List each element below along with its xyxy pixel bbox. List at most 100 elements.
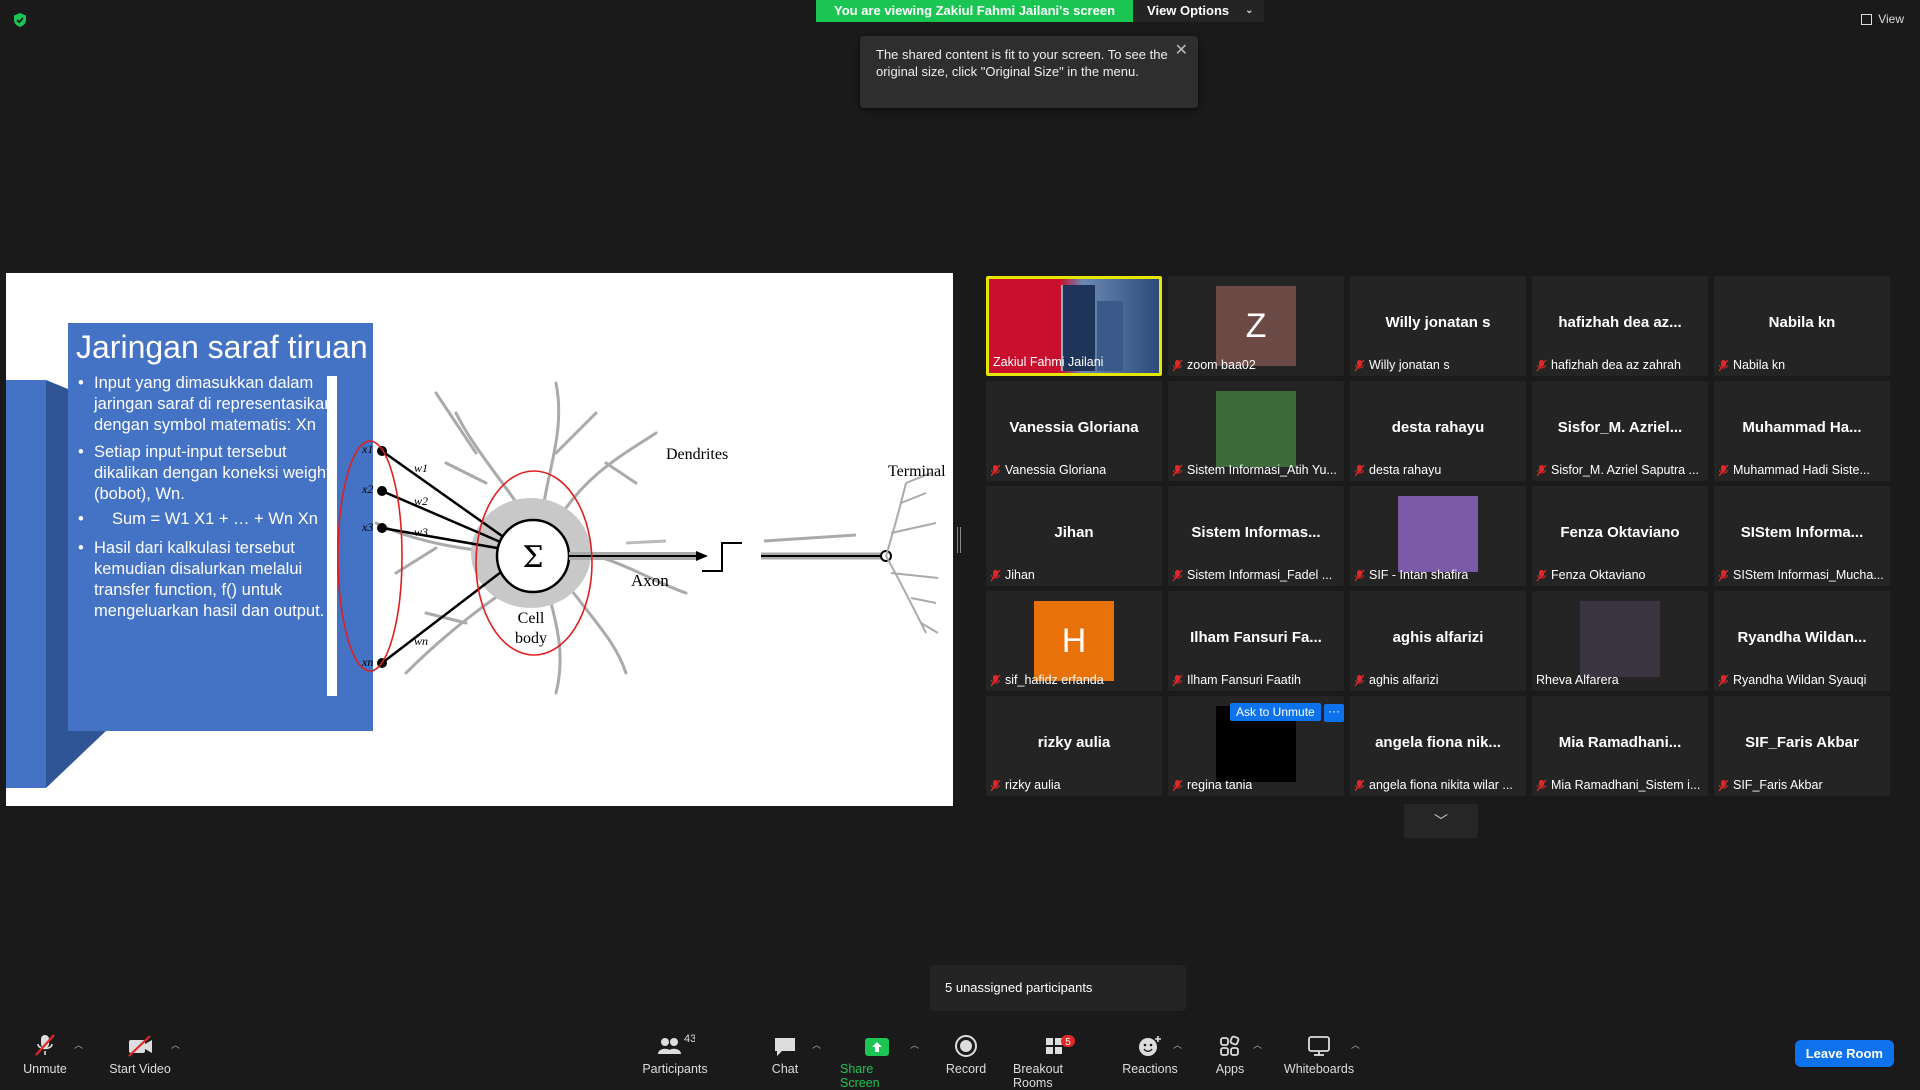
participant-tile[interactable]: desta rahayu desta rahayu (1350, 381, 1526, 481)
participant-name: Mia Ramadhani_Sistem i... (1551, 778, 1701, 792)
participant-tile[interactable]: SIF_Faris Akbar SIF_Faris Akbar (1714, 696, 1890, 796)
participant-tile[interactable]: Nabila kn Nabila kn (1714, 276, 1890, 376)
participant-tile[interactable]: hafizhah dea az... hafizhah dea az zahrah (1532, 276, 1708, 376)
participant-display-name: SIStem Informa... (1740, 524, 1864, 541)
share-screen-button[interactable]: Share Screen (840, 1028, 914, 1090)
chevron-up-icon[interactable]: ︿ (812, 1038, 821, 1051)
participant-tile[interactable]: Rheva Alfarera (1532, 591, 1708, 691)
microphone-muted-icon (1718, 569, 1729, 581)
neuron-diagram: x1 x2 x3 xn w1 w2 w3 wn Σ Cell body Axon (337, 381, 946, 695)
microphone-muted-icon (1718, 359, 1729, 371)
participant-name: aghis alfarizi (1369, 673, 1439, 687)
participants-label: Participants (642, 1062, 708, 1076)
participant-name: Fenza Oktaviano (1551, 568, 1646, 582)
shared-screen[interactable]: Jaringan saraf tiruan Input yang dimasuk… (6, 273, 953, 806)
breakout-badge: 5 (1065, 1037, 1071, 1048)
participant-display-name: Willy jonatan s (1385, 314, 1491, 331)
participant-name: hafizhah dea az zahrah (1551, 358, 1681, 372)
next-page-button[interactable]: ﹀ (1404, 804, 1478, 838)
participant-name-label: Sistem Informasi_Atih Yu... (1172, 463, 1340, 477)
participant-name-label: Muhammad Hadi Siste... (1718, 463, 1886, 477)
participant-tile[interactable]: Muhammad Ha... Muhammad Hadi Siste... (1714, 381, 1890, 481)
participant-tile[interactable]: Sistem Informas... Sistem Informasi_Fadel… (1168, 486, 1344, 586)
participant-display-name: Muhammad Ha... (1742, 419, 1862, 436)
participant-tile[interactable]: Mia Ramadhani... Mia Ramadhani_Sistem i..… (1532, 696, 1708, 796)
breakout-rooms-button[interactable]: 5 Breakout Rooms (1013, 1028, 1105, 1090)
profile-photo (1216, 391, 1296, 467)
participant-name-label: Ilham Fansuri Faatih (1172, 673, 1340, 687)
participants-button[interactable]: 43 Participants (640, 1028, 710, 1076)
participant-tile[interactable]: Sistem Informasi_Atih Yu... (1168, 381, 1344, 481)
view-options-button[interactable]: View Options ⌄ (1133, 0, 1264, 22)
whiteboards-button[interactable]: Whiteboards (1283, 1028, 1355, 1076)
microphone-muted-icon (1536, 359, 1547, 371)
participant-tile[interactable]: Willy jonatan s Willy jonatan s (1350, 276, 1526, 376)
participant-tile[interactable]: Zakiul Fahmi Jailani (986, 276, 1162, 376)
participant-display-name: Sistem Informas... (1191, 524, 1321, 541)
chevron-up-icon[interactable]: ︿ (74, 1038, 83, 1051)
participant-name-label: Fenza Oktaviano (1536, 568, 1704, 582)
close-icon[interactable]: ✕ (1175, 42, 1188, 59)
input-label-xn: xn (361, 655, 373, 669)
input-label-x2: x2 (361, 482, 373, 496)
unmute-button[interactable]: Unmute (20, 1028, 70, 1076)
microphone-muted-icon (1172, 464, 1183, 476)
chevron-up-icon[interactable]: ︿ (1173, 1038, 1182, 1051)
participant-name-label: zoom baa02 (1172, 358, 1340, 372)
microphone-muted-icon (1172, 569, 1183, 581)
breakout-rooms-icon: 5 (1041, 1028, 1077, 1058)
participant-name: Ilham Fansuri Faatih (1187, 673, 1301, 687)
participant-name-label: Ryandha Wildan Syauqi (1718, 673, 1886, 687)
participant-tile[interactable]: Ilham Fansuri Fa... Ilham Fansuri Faatih (1168, 591, 1344, 691)
shield-icon[interactable] (12, 12, 28, 28)
participant-name: Vanessia Gloriana (1005, 463, 1107, 477)
chevron-up-icon[interactable]: ︿ (910, 1038, 919, 1051)
participant-tile[interactable]: rizky aulia rizky aulia (986, 696, 1162, 796)
participant-tile[interactable]: Zzoom baa02 (1168, 276, 1344, 376)
layout-icon (1861, 13, 1873, 25)
record-button[interactable]: Record (946, 1028, 986, 1076)
participant-tile[interactable]: SIF - Intan shafira (1350, 486, 1526, 586)
participant-display-name: hafizhah dea az... (1558, 314, 1682, 331)
more-options-button[interactable]: ··· (1324, 704, 1344, 722)
participant-display-name: Jihan (1054, 524, 1094, 541)
chevron-up-icon[interactable]: ︿ (171, 1038, 180, 1051)
participant-name-label: SIStem Informasi_Mucha... (1718, 568, 1886, 582)
participant-tile[interactable]: SIStem Informa... SIStem Informasi_Mucha.… (1714, 486, 1890, 586)
reactions-button[interactable]: Reactions (1122, 1028, 1178, 1076)
participant-tile[interactable]: Jihan Jihan (986, 486, 1162, 586)
participant-name-label: desta rahayu (1354, 463, 1522, 477)
reactions-icon (1137, 1028, 1163, 1058)
whiteboard-icon (1306, 1028, 1332, 1058)
share-screen-label: Share Screen (840, 1062, 880, 1090)
participant-tile[interactable]: Sisfor_M. Azriel... Sisfor_M. Azriel Sapu… (1532, 381, 1708, 481)
avatar: Z (1216, 286, 1296, 366)
chevron-up-icon[interactable]: ︿ (1253, 1038, 1262, 1051)
start-video-button[interactable]: Start Video (108, 1028, 172, 1076)
resize-divider[interactable] (957, 527, 961, 553)
unassigned-participants-notice[interactable]: 5 unassigned participants (930, 965, 1186, 1011)
participant-tile[interactable]: angela fiona nik... angela fiona nikita w… (1350, 696, 1526, 796)
participant-name-label: sif_hafidz erfanda (990, 673, 1158, 687)
video-off-icon (126, 1028, 154, 1058)
apps-label: Apps (1215, 1062, 1245, 1076)
apps-button[interactable]: Apps (1214, 1028, 1246, 1076)
participant-tile[interactable]: Fenza Oktaviano Fenza Oktaviano (1532, 486, 1708, 586)
participant-tile[interactable]: Ryandha Wildan... Ryandha Wildan Syauqi (1714, 591, 1890, 691)
screen-share-banner: You are viewing Zakiul Fahmi Jailani's s… (816, 0, 1264, 22)
profile-photo (1580, 601, 1660, 677)
participant-tile[interactable]: Hsif_hafidz erfanda (986, 591, 1162, 691)
microphone-muted-icon (990, 464, 1001, 476)
leave-room-button[interactable]: Leave Room (1794, 1040, 1894, 1067)
chat-button[interactable]: Chat (765, 1028, 805, 1076)
participant-tile[interactable]: Vanessia Gloriana Vanessia Gloriana (986, 381, 1162, 481)
participant-tile[interactable]: aghis alfarizi aghis alfarizi (1350, 591, 1526, 691)
participant-name: SIStem Informasi_Mucha... (1733, 568, 1884, 582)
participant-name-label: Willy jonatan s (1354, 358, 1522, 372)
ask-to-unmute-button[interactable]: Ask to Unmute (1230, 703, 1321, 721)
view-button[interactable]: View (1861, 12, 1904, 26)
participant-name-label: angela fiona nikita wilar ... (1354, 778, 1522, 792)
weight-label-w1: w1 (414, 461, 428, 475)
chevron-up-icon[interactable]: ︿ (1351, 1038, 1360, 1051)
participant-name: Rheva Alfarera (1536, 673, 1619, 687)
